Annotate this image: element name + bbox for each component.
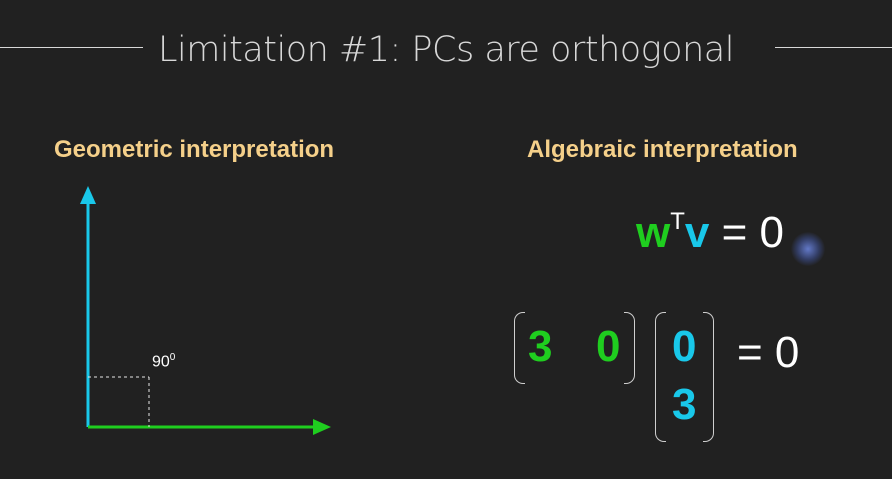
row-vector-entry-1: 3 bbox=[528, 322, 553, 371]
equals-zero: = 0 bbox=[721, 208, 785, 257]
right-angle-marker bbox=[88, 376, 150, 427]
row-vector-entry-2: 0 bbox=[596, 322, 621, 371]
vertical-arrow-cyan bbox=[80, 186, 96, 427]
col-vector-left-paren bbox=[655, 312, 666, 442]
matrix-equals-zero: = 0 bbox=[737, 328, 800, 377]
col-vector-entry-1: 0 bbox=[672, 322, 697, 371]
col-vector-right-paren bbox=[703, 312, 714, 442]
row-vector-right-paren bbox=[624, 312, 635, 384]
transpose-superscript: T bbox=[670, 208, 685, 235]
dot-product-equation: wTv = 0 bbox=[636, 208, 784, 258]
w-symbol: w bbox=[636, 208, 671, 257]
col-vector-entry-2: 3 bbox=[672, 380, 697, 429]
v-symbol: v bbox=[684, 208, 710, 257]
horizontal-arrow-green bbox=[88, 419, 331, 435]
row-vector-left-paren bbox=[514, 312, 525, 384]
pointer-highlight-icon bbox=[791, 232, 825, 266]
angle-label: 900 bbox=[152, 352, 176, 371]
